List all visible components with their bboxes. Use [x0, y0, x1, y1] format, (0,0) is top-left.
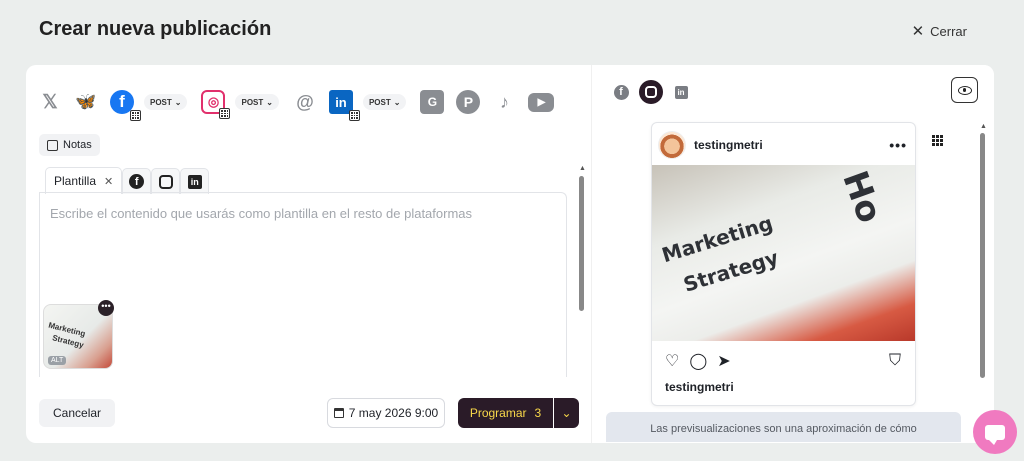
post-type-label: POST	[241, 97, 264, 107]
chevron-down-icon: ⌄	[561, 406, 572, 420]
linkedin-icon[interactable]: in	[669, 80, 693, 104]
scrollbar-thumb[interactable]	[980, 133, 985, 378]
linkedin-glyph: in	[335, 94, 347, 110]
schedule-label: Programar	[469, 406, 527, 420]
close-icon: ✕	[911, 23, 925, 40]
instagram-icon[interactable]	[639, 80, 663, 104]
post-editor-card: 𝕏 🦋 f POST ⌄ ◎ POST ⌄ @ in POST ⌄ G P ♪ …	[26, 65, 994, 443]
post-image: Marketing Strategy Ho	[652, 165, 915, 341]
tab-facebook[interactable]: f	[122, 168, 152, 194]
chevron-down-icon: ⌄	[266, 97, 273, 107]
facebook-glyph: f	[119, 92, 125, 111]
scrollbar-thumb[interactable]	[579, 176, 584, 311]
preview-panel: f in testingmetri ••• Marketing Strategy…	[591, 65, 994, 443]
pinterest-icon[interactable]: P	[456, 90, 481, 114]
alt-badge[interactable]: ALT	[48, 356, 67, 365]
instagram-icon[interactable]: ◎	[201, 90, 231, 119]
preview-scrollbar[interactable]: ▲	[980, 123, 987, 378]
linkedin-post-type-dropdown[interactable]: POST ⌄	[362, 94, 407, 110]
grid-icon	[348, 110, 360, 121]
editor-tabs: Plantilla ✕ f in	[45, 167, 210, 194]
instagram-glyph: ◎	[207, 94, 220, 109]
schedule-options-dropdown[interactable]: ⌄	[554, 398, 579, 428]
post-caption-username: testingmetri	[665, 380, 734, 394]
google-business-icon[interactable]: G	[420, 90, 445, 114]
share-icon: ➤	[717, 353, 731, 370]
tab-template-label: Plantilla	[54, 174, 97, 188]
date-picker-button[interactable]: 7 may 2026 9:00	[327, 398, 445, 428]
threads-icon[interactable]: @	[293, 90, 317, 114]
close-label: Cerrar	[930, 23, 967, 39]
facebook-icon[interactable]: f	[609, 80, 633, 104]
bookmark-icon: ⛉	[888, 352, 901, 369]
more-icon[interactable]: •••	[98, 300, 114, 316]
chevron-down-icon: ⌄	[393, 97, 401, 107]
modal-title: Crear nueva publicación	[39, 18, 272, 40]
cancel-button[interactable]: Cancelar	[39, 399, 116, 427]
toggle-preview-button[interactable]	[951, 77, 978, 103]
youtube-icon[interactable]: ▶	[528, 92, 555, 112]
linkedin-icon[interactable]: in	[328, 90, 360, 121]
more-icon: •••	[889, 137, 907, 153]
chat-support-button[interactable]	[973, 410, 1017, 454]
note-icon	[47, 139, 58, 151]
close-icon[interactable]: ✕	[104, 175, 113, 188]
grid-icon	[130, 110, 141, 121]
post-username: testingmetri	[694, 138, 763, 152]
preview-disclaimer: Las previsualizaciones son una aproximac…	[606, 412, 961, 442]
facebook-post-type-dropdown[interactable]: POST ⌄	[144, 94, 188, 110]
instagram-icon	[158, 174, 173, 189]
chevron-down-icon: ⌄	[174, 97, 182, 107]
post-type-label: POST	[368, 97, 391, 107]
schedule-count: 3	[534, 406, 542, 420]
tab-instagram[interactable]	[151, 168, 181, 194]
post-actions: ♡ ◯ ➤ ⛉	[665, 351, 901, 371]
close-button[interactable]: ✕ Cerrar	[912, 22, 967, 40]
platform-selector: 𝕏 🦋 f POST ⌄ ◎ POST ⌄ @ in POST ⌄ G P ♪ …	[38, 89, 555, 121]
notes-label: Notas	[63, 139, 92, 151]
image-text: Ho	[834, 165, 890, 229]
schedule-button[interactable]: Programar 3	[458, 398, 553, 428]
scroll-up-icon[interactable]: ▲	[980, 123, 987, 130]
grid-view-icon[interactable]	[932, 135, 943, 146]
tab-template[interactable]: Plantilla ✕	[45, 167, 123, 194]
scroll-up-icon[interactable]: ▲	[579, 165, 586, 172]
chat-icon	[985, 424, 1005, 445]
instagram-preview-card: testingmetri ••• Marketing Strategy Ho ♡…	[651, 122, 916, 406]
tiktok-icon[interactable]: ♪	[492, 90, 516, 114]
bluesky-icon[interactable]: 🦋	[74, 90, 98, 114]
notes-button[interactable]: Notas	[39, 134, 100, 156]
eye-icon	[957, 85, 972, 95]
facebook-icon[interactable]: f	[110, 90, 141, 121]
instagram-post-type-dropdown[interactable]: POST ⌄	[235, 94, 279, 110]
calendar-icon	[333, 408, 344, 418]
avatar	[658, 131, 686, 159]
editor-placeholder: Escribe el contenido que usarás como pla…	[50, 206, 473, 221]
comment-icon: ◯	[689, 353, 708, 370]
tab-linkedin[interactable]: in	[180, 168, 210, 194]
linkedin-icon: in	[187, 174, 202, 189]
grid-icon	[219, 108, 231, 119]
facebook-icon: f	[129, 174, 145, 189]
heart-icon: ♡	[665, 353, 680, 370]
editor-scrollbar[interactable]: ▲	[579, 165, 586, 377]
x-icon[interactable]: 𝕏	[38, 90, 62, 114]
post-type-label: POST	[150, 97, 172, 107]
preview-network-tabs: f in	[609, 80, 693, 104]
content-editor[interactable]: Escribe el contenido que usarás como pla…	[39, 192, 567, 377]
post-header: testingmetri •••	[658, 131, 907, 159]
date-label: 7 may 2026 9:00	[348, 406, 439, 420]
